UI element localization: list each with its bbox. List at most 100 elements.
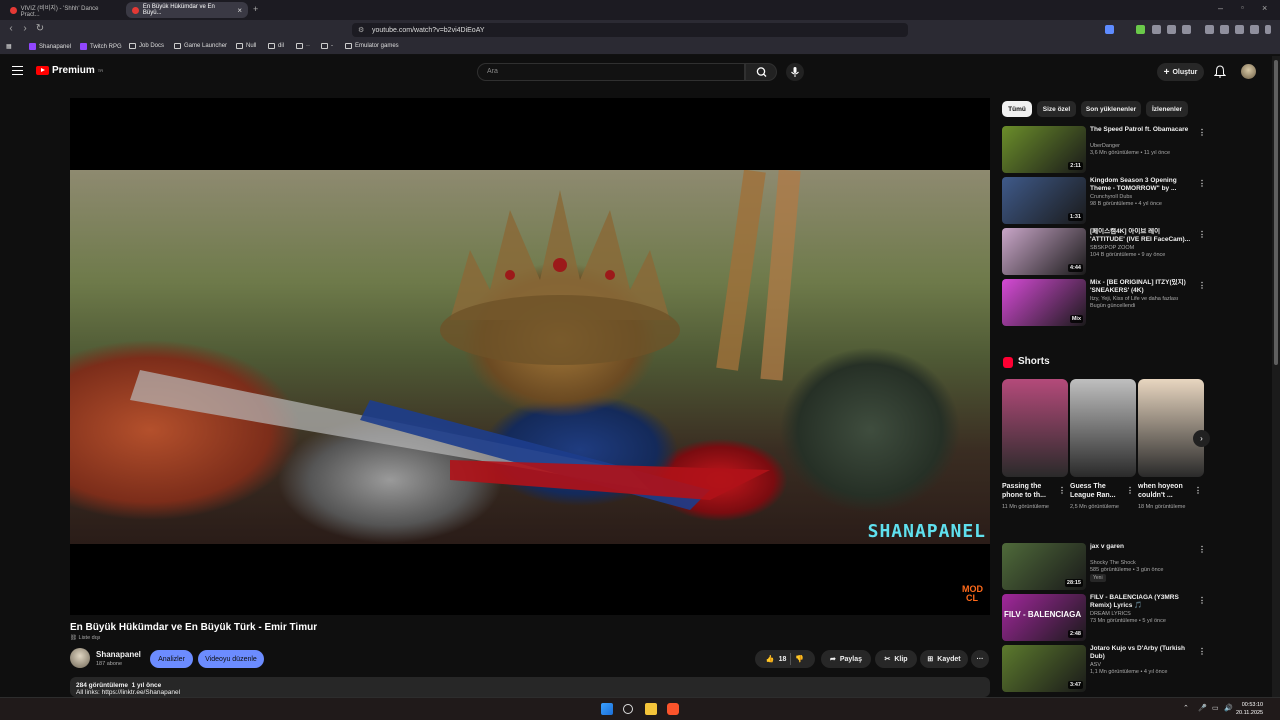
thumbs-down-icon[interactable]: 👎	[795, 655, 804, 663]
recommendation-item[interactable]: 2:11 The Speed Patrol ft. Obamacare Uber…	[1002, 126, 1206, 174]
analytics-button[interactable]: Analizler	[150, 650, 193, 668]
recommendation-channel[interactable]: SBSKPOP ZOOM	[1090, 245, 1134, 251]
chip-for-you[interactable]: Size özel	[1037, 101, 1076, 117]
forward-icon[interactable]: ›	[18, 23, 32, 34]
bookmark-folder[interactable]: ··	[296, 43, 310, 49]
search-icon[interactable]	[623, 704, 633, 714]
recommendation-title[interactable]: FILV - BALENCIAGA (Y3MRS Remix) Lyrics 🎵	[1090, 594, 1194, 610]
maximize-button[interactable]: ▫	[1241, 3, 1244, 12]
like-button[interactable]: 👍 18	[766, 655, 787, 664]
microphone-tray-icon[interactable]: 🎤	[1198, 704, 1207, 712]
video-thumbnail[interactable]: FILV - BALENCIAGA 2:48	[1002, 594, 1086, 641]
sidebar-icon[interactable]	[1220, 25, 1229, 34]
system-clock[interactable]: 00:53:10 20.11.2025	[1236, 701, 1263, 717]
more-vertical-icon[interactable]: ⋮	[1198, 128, 1206, 137]
extension-icon[interactable]	[1152, 25, 1161, 34]
short-item[interactable]: when hoyeon couldn't ... 18 Mn görüntüle…	[1138, 379, 1204, 511]
shorts-next-button[interactable]: ›	[1193, 430, 1210, 447]
brave-browser-icon[interactable]	[667, 703, 679, 715]
recommendation-item[interactable]: 1:31 Kingdom Season 3 Opening Theme - TO…	[1002, 177, 1206, 225]
short-title[interactable]: Passing the phone to th...	[1002, 482, 1056, 500]
apps-grid-icon[interactable]: ▦	[6, 43, 12, 50]
file-explorer-icon[interactable]	[645, 703, 657, 715]
recommendation-title[interactable]: Mix - [BE ORIGINAL] ITZY(있지) 'SNEAKERS' …	[1090, 279, 1194, 295]
more-vertical-icon[interactable]: ⋮	[1058, 486, 1066, 495]
short-item[interactable]: Passing the phone to th... 11 Mn görüntü…	[1002, 379, 1068, 511]
video-thumbnail[interactable]: Mix	[1002, 279, 1086, 326]
more-vertical-icon[interactable]: ⋮	[1198, 281, 1206, 290]
hamburger-menu-icon[interactable]	[12, 66, 23, 75]
extension-icon[interactable]	[1167, 25, 1176, 34]
close-tab-icon[interactable]: ×	[237, 6, 242, 15]
recommendation-title[interactable]: The Speed Patrol ft. Obamacare	[1090, 126, 1194, 134]
reload-icon[interactable]: ↻	[33, 23, 47, 34]
recommendation-title[interactable]: jax v garen	[1090, 543, 1194, 551]
recommendation-channel[interactable]: Crunchyroll Dubs	[1090, 194, 1132, 200]
music-icon[interactable]	[1205, 25, 1214, 34]
video-thumbnail[interactable]: 3:47	[1002, 645, 1086, 692]
description-box[interactable]: 284 görüntüleme 1 yıl önce All links: ht…	[70, 677, 990, 697]
short-thumbnail[interactable]	[1138, 379, 1204, 477]
bookmark-folder[interactable]: dil	[268, 43, 284, 49]
more-vertical-icon[interactable]: ⋮	[1198, 230, 1206, 239]
account-avatar[interactable]	[1241, 64, 1256, 79]
extension-icon[interactable]	[1235, 25, 1244, 34]
edit-video-button[interactable]: Videoyu düzenle	[198, 650, 264, 668]
minimize-button[interactable]: –	[1218, 3, 1223, 13]
wallet-icon[interactable]	[1250, 25, 1259, 34]
recommendation-channel[interactable]: DREAM LYRICS	[1090, 611, 1131, 617]
more-vertical-icon[interactable]: ⋮	[1126, 486, 1134, 495]
bookmark-item[interactable]: Twitch RPG	[80, 43, 122, 50]
bookmark-folder[interactable]: -	[321, 43, 333, 49]
share-button[interactable]: ➦ Paylaş	[821, 650, 871, 668]
bookmark-item[interactable]: Shanapanel	[29, 43, 71, 50]
short-thumbnail[interactable]	[1002, 379, 1068, 477]
channel-avatar[interactable]	[70, 648, 90, 668]
channel-name[interactable]: Shanapanel	[96, 650, 141, 659]
windows-start-icon[interactable]	[601, 703, 613, 715]
url-field[interactable]: ⚙ youtube.com/watch?v=b2vi4DiEoAY	[352, 23, 908, 37]
extension-icon[interactable]	[1136, 25, 1145, 34]
recommendation-item[interactable]: 28:15 jax v garen Shocky The Shock 585 g…	[1002, 543, 1206, 591]
recommendation-channel[interactable]: Shocky The Shock	[1090, 560, 1136, 566]
recommendation-title[interactable]: Jotaro Kujo vs D'Arby (Turkish Dub)	[1090, 645, 1194, 661]
search-input[interactable]: Ara	[477, 63, 745, 81]
browser-tab-active[interactable]: En Büyük Hükümdar ve En Büyü... ×	[126, 2, 248, 18]
notifications-bell-icon[interactable]	[1213, 65, 1227, 83]
video-player[interactable]: SHANAPANEL MOD CL	[70, 98, 990, 615]
close-window-button[interactable]: ×	[1262, 3, 1267, 13]
recommendation-channel[interactable]: Itzy, Yeji, Kiss of Life ve daha fazlası	[1090, 296, 1178, 302]
short-thumbnail[interactable]	[1070, 379, 1136, 477]
more-vertical-icon[interactable]: ⋮	[1198, 647, 1206, 656]
bookmark-folder[interactable]: Emulator games	[345, 43, 399, 49]
short-title[interactable]: Guess The League Ran...	[1070, 482, 1124, 500]
video-thumbnail[interactable]: 2:11	[1002, 126, 1086, 173]
recommendation-item[interactable]: FILV - BALENCIAGA 2:48 FILV - BALENCIAGA…	[1002, 594, 1206, 642]
recommendation-item[interactable]: 3:47 Jotaro Kujo vs D'Arby (Turkish Dub)…	[1002, 645, 1206, 693]
youtube-premium-logo[interactable]: Premium TR	[36, 65, 103, 76]
translate-extension-icon[interactable]	[1105, 25, 1114, 34]
save-button[interactable]: ⊞ Kaydet	[920, 650, 968, 668]
bookmark-folder[interactable]: Job Docs	[129, 43, 164, 49]
more-vertical-icon[interactable]: ⋮	[1198, 179, 1206, 188]
recommendation-channel[interactable]: UberDanger	[1090, 143, 1120, 149]
more-vertical-icon[interactable]: ⋮	[1198, 596, 1206, 605]
site-settings-icon[interactable]: ⚙	[358, 26, 364, 34]
bookmark-folder[interactable]: Null	[236, 43, 256, 49]
back-icon[interactable]: ‹	[4, 23, 18, 34]
short-title[interactable]: when hoyeon couldn't ...	[1138, 482, 1192, 500]
recommendation-channel[interactable]: ASV	[1090, 662, 1101, 668]
recommendation-item[interactable]: Mix Mix - [BE ORIGINAL] ITZY(있지) 'SNEAKE…	[1002, 279, 1206, 327]
chip-watched[interactable]: İzlenenler	[1146, 101, 1188, 117]
short-item[interactable]: Guess The League Ran... 2,5 Mn görüntüle…	[1070, 379, 1136, 511]
browser-tab[interactable]: VIVIZ (비비지) - 'Shhh' Dance Pract...	[4, 2, 120, 18]
extension-icon[interactable]	[1182, 25, 1191, 34]
create-button[interactable]: + Oluştur	[1157, 63, 1204, 81]
clip-button[interactable]: ✂ Klip	[875, 650, 917, 668]
microphone-button[interactable]	[786, 63, 804, 81]
menu-icon[interactable]	[1265, 25, 1271, 34]
chip-all[interactable]: Tümü	[1002, 101, 1032, 117]
network-icon[interactable]: ▭	[1212, 704, 1219, 712]
chip-recently-uploaded[interactable]: Son yüklenenler	[1081, 101, 1141, 117]
video-thumbnail[interactable]: 4:44	[1002, 228, 1086, 275]
